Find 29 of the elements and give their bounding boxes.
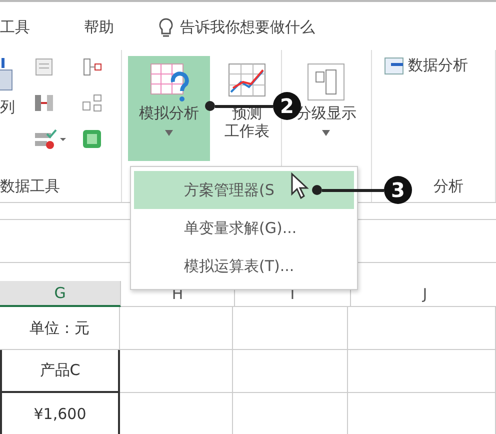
remove-duplicates-icon [33, 92, 55, 114]
data-validation-icon [33, 128, 67, 150]
callout-dot [205, 101, 215, 111]
menu-item[interactable]: 单变量求解(G)... [134, 209, 354, 247]
step-number: 3 [384, 176, 412, 204]
consolidate-icon [81, 56, 103, 78]
group-label: 数据工具 [0, 176, 60, 196]
caret-icon [322, 130, 330, 136]
lightbulb-icon [158, 16, 174, 38]
data-analysis-button[interactable]: 数据分析 [380, 56, 472, 75]
text-to-columns-button[interactable]: 列 [0, 98, 19, 117]
what-if-analysis-button[interactable]: 模拟分析 [128, 56, 210, 161]
menu-item[interactable]: 方案管理器(S [134, 171, 354, 209]
relationships-icon [81, 92, 103, 114]
table-cell: 单位：元 [0, 307, 120, 350]
flash-fill-icon [33, 56, 55, 78]
ribbon-tab[interactable]: 工具 [0, 18, 36, 37]
group-label: 分析 [432, 176, 464, 196]
data-model-icon [81, 128, 103, 150]
data-analysis-icon [384, 56, 404, 74]
tell-me-search-field[interactable]: 告诉我你想要做什么 [180, 18, 315, 37]
column-header[interactable]: G [0, 281, 121, 307]
leader-line [322, 188, 384, 192]
table-cell: 产品C [0, 350, 120, 393]
caret-icon [165, 130, 174, 136]
leader-line [215, 104, 273, 108]
table-cell: ¥1,600 [0, 393, 120, 434]
mouse-pointer-icon [290, 172, 310, 200]
ribbon-tab[interactable]: 帮助 [78, 18, 120, 37]
